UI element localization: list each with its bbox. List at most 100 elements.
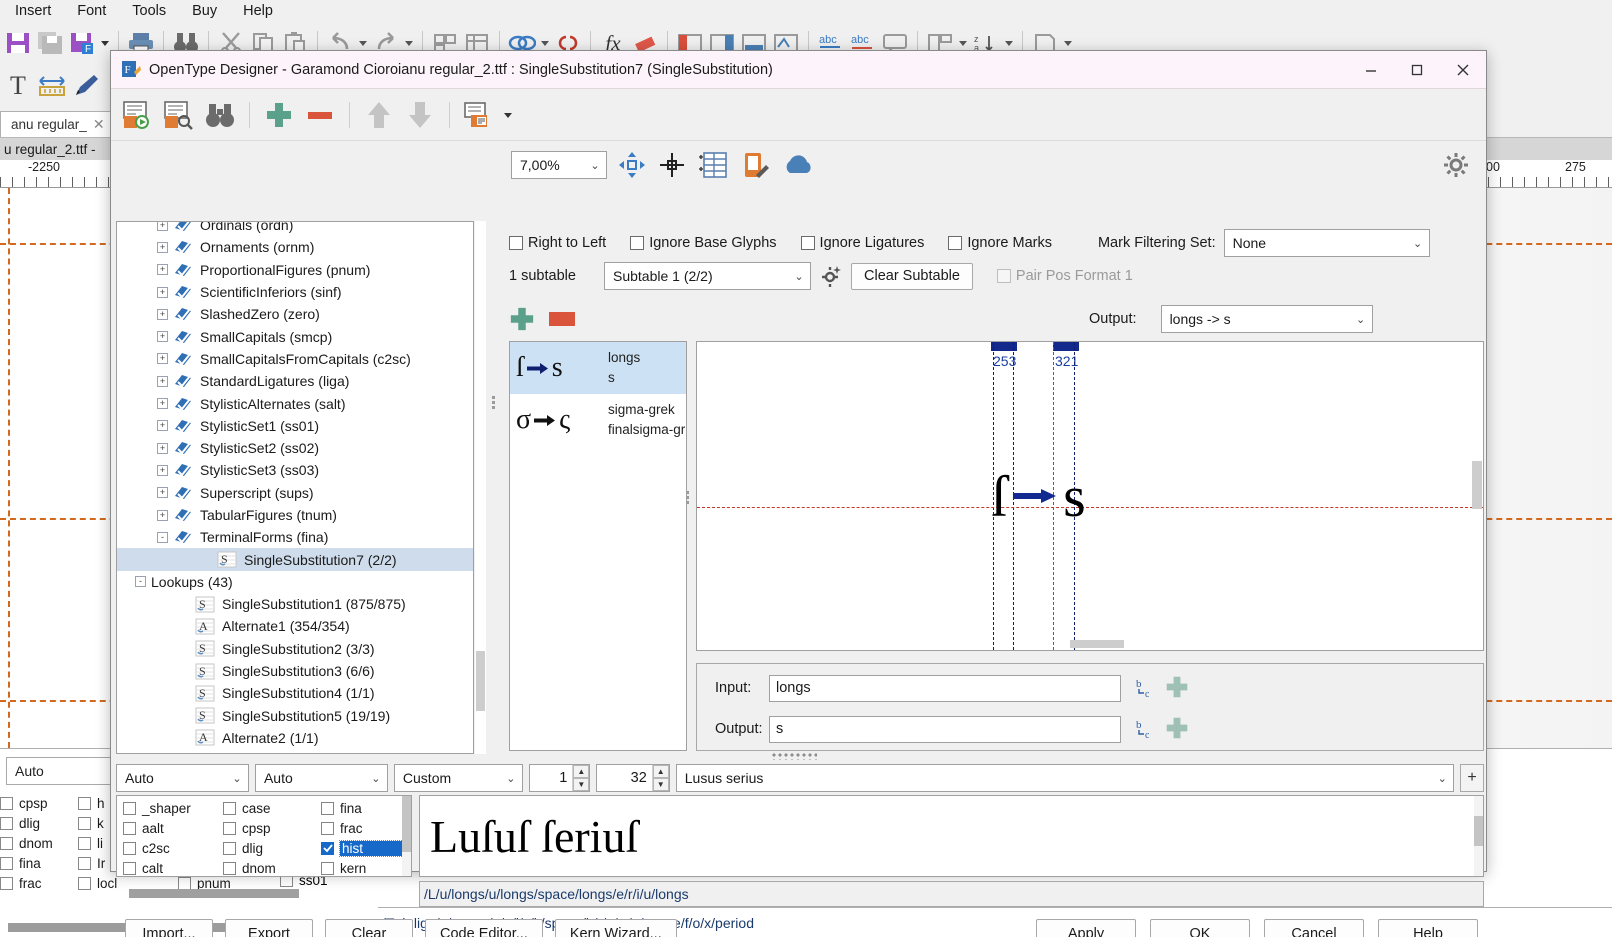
bg-feature-item[interactable]: dlig: [0, 813, 78, 833]
tree-expander-icon[interactable]: +: [157, 376, 168, 387]
glyph-metrics-canvas[interactable]: 253 321 ſ s: [696, 341, 1484, 651]
tree-item[interactable]: +StylisticSet2 (ss02): [117, 437, 473, 459]
checkbox[interactable]: [948, 236, 962, 250]
checkbox[interactable]: [123, 842, 136, 855]
document-tab[interactable]: anu regular_ ✕: [0, 111, 114, 137]
lookup-tree[interactable]: +Ordinals (ordn)+Ornaments (ornm)+Propor…: [116, 221, 474, 754]
feature-item-dlig[interactable]: dlig: [223, 839, 321, 859]
scrollbar-thumb[interactable]: [476, 651, 485, 711]
pen-tool-icon[interactable]: [71, 71, 101, 101]
glyph-class-icon[interactable]: bc: [1131, 718, 1159, 740]
list-options-icon[interactable]: [460, 96, 498, 134]
fit-icon[interactable]: [617, 150, 647, 180]
index-spinner[interactable]: 1 ▲▼: [529, 764, 590, 792]
help-button[interactable]: Help: [1378, 919, 1478, 937]
text-tool-icon[interactable]: T: [3, 71, 33, 101]
tree-item[interactable]: AAlternate1 (354/354): [117, 615, 473, 637]
checkbox[interactable]: [321, 862, 334, 875]
tree-item[interactable]: SSingleSubstitution2 (3/3): [117, 638, 473, 660]
run-lookup-icon[interactable]: [119, 96, 157, 134]
mark-filtering-set-combo[interactable]: None ⌄: [1224, 229, 1430, 257]
tree-expander-icon[interactable]: +: [157, 487, 168, 498]
size-spinner[interactable]: 32 ▲▼: [596, 764, 669, 792]
tree-splitter-handle[interactable]: [489, 391, 497, 413]
checkbox[interactable]: [0, 797, 13, 810]
feature-item-calt[interactable]: calt: [123, 858, 223, 877]
feature-item-cpsp[interactable]: cpsp: [223, 819, 321, 839]
scrollbar-thumb[interactable]: [1472, 461, 1482, 509]
tree-item[interactable]: +ProportionalFigures (pnum): [117, 259, 473, 281]
tree-expander-icon[interactable]: +: [157, 443, 168, 454]
close-icon[interactable]: ✕: [93, 116, 105, 133]
script-combo[interactable]: Auto ⌄: [116, 764, 249, 792]
spinner-up-icon[interactable]: ▲: [653, 765, 669, 778]
tree-item[interactable]: +SmallCapitals (smcp): [117, 325, 473, 347]
checkbox[interactable]: [78, 877, 91, 890]
tree-expander-icon[interactable]: +: [157, 287, 168, 298]
move-down-icon[interactable]: [401, 96, 439, 134]
tree-expander-icon[interactable]: +: [157, 353, 168, 364]
tree-expander-icon[interactable]: +: [157, 398, 168, 409]
menu-item-insert[interactable]: Insert: [2, 1, 64, 21]
bg-feature-item[interactable]: dnom: [0, 833, 78, 853]
flag-ignore-base-glyphs[interactable]: Ignore Base Glyphs: [630, 235, 776, 251]
tree-item[interactable]: +Ornaments (ornm): [117, 236, 473, 258]
checkbox[interactable]: [223, 862, 236, 875]
add-output-icon[interactable]: [1165, 716, 1191, 742]
search-lookup-icon[interactable]: [160, 96, 198, 134]
checkbox[interactable]: [223, 802, 236, 815]
pair-row[interactable]: ſ s longs s: [510, 342, 686, 394]
checkbox[interactable]: [78, 797, 91, 810]
center-icon[interactable]: [657, 150, 687, 180]
checkbox[interactable]: [321, 822, 334, 835]
zoom-combo[interactable]: 7,00% ⌄: [511, 151, 607, 179]
feature-item-aalt[interactable]: aalt: [123, 819, 223, 839]
tree-item[interactable]: +StylisticAlternates (salt): [117, 392, 473, 414]
checkbox[interactable]: [123, 862, 136, 875]
tree-item[interactable]: -TerminalForms (fina): [117, 526, 473, 548]
remove-icon[interactable]: [301, 96, 339, 134]
tree-item[interactable]: AAlternate2 (1/1): [117, 727, 473, 749]
chevron-down-icon[interactable]: ⌄: [500, 772, 522, 785]
add-sample-button[interactable]: +: [1460, 764, 1484, 792]
save-all-icon[interactable]: [35, 28, 65, 58]
flag-ignore-ligatures[interactable]: Ignore Ligatures: [801, 235, 925, 251]
maximize-icon[interactable]: [1394, 51, 1440, 88]
cancel-button[interactable]: Cancel: [1264, 919, 1364, 937]
close-icon[interactable]: [1440, 51, 1486, 88]
tree-expander-icon[interactable]: +: [157, 264, 168, 275]
substitution-pairs-list[interactable]: ſ s longs s σ ς si: [509, 341, 687, 751]
add-icon[interactable]: [260, 96, 298, 134]
checkbox[interactable]: [123, 802, 136, 815]
tree-vertical-scrollbar[interactable]: [475, 221, 486, 754]
tree-item[interactable]: +StandardLigatures (liga): [117, 370, 473, 392]
move-up-icon[interactable]: [360, 96, 398, 134]
tree-item[interactable]: +SmallCapitalsFromCapitals (c2sc): [117, 348, 473, 370]
checkbox[interactable]: [801, 236, 815, 250]
save-icon[interactable]: [3, 28, 33, 58]
sample-name-combo[interactable]: Lusus serius ⌄: [676, 764, 1454, 792]
flag-ignore-marks[interactable]: Ignore Marks: [948, 235, 1052, 251]
dialog-title-bar[interactable]: F OpenType Designer - Garamond Cioroianu…: [111, 51, 1486, 89]
language-combo[interactable]: Auto ⌄: [255, 764, 388, 792]
feature-checkbox-pane[interactable]: _shaper case fina aalt cpsp frac c2sc dl…: [116, 795, 412, 877]
tree-expander-icon[interactable]: +: [157, 510, 168, 521]
chevron-down-icon[interactable]: ⌄: [226, 772, 248, 785]
bg-feature-item[interactable]: fina: [0, 853, 78, 873]
tree-item[interactable]: SSingleSubstitution7 (2/2): [117, 548, 473, 570]
cloud-icon[interactable]: [781, 150, 815, 180]
menu-item-help[interactable]: Help: [230, 1, 286, 21]
checkbox[interactable]: [223, 822, 236, 835]
tree-expander-icon[interactable]: +: [157, 420, 168, 431]
minimize-icon[interactable]: [1348, 51, 1394, 88]
subtable-combo[interactable]: Subtable 1 (2/2) ⌄: [604, 262, 811, 290]
menu-item-font[interactable]: Font: [64, 1, 119, 21]
tree-item[interactable]: SSingleSubstitution4 (1/1): [117, 682, 473, 704]
tree-item[interactable]: -Lookups (43): [117, 571, 473, 593]
feature-item-case[interactable]: case: [223, 799, 321, 819]
checkbox[interactable]: [78, 817, 91, 830]
flag-right-to-left[interactable]: Right to Left: [509, 235, 606, 251]
clear-subtable-button[interactable]: Clear Subtable: [851, 263, 973, 290]
feature-item-c2sc[interactable]: c2sc: [123, 839, 223, 859]
menu-item-buy[interactable]: Buy: [179, 1, 230, 21]
